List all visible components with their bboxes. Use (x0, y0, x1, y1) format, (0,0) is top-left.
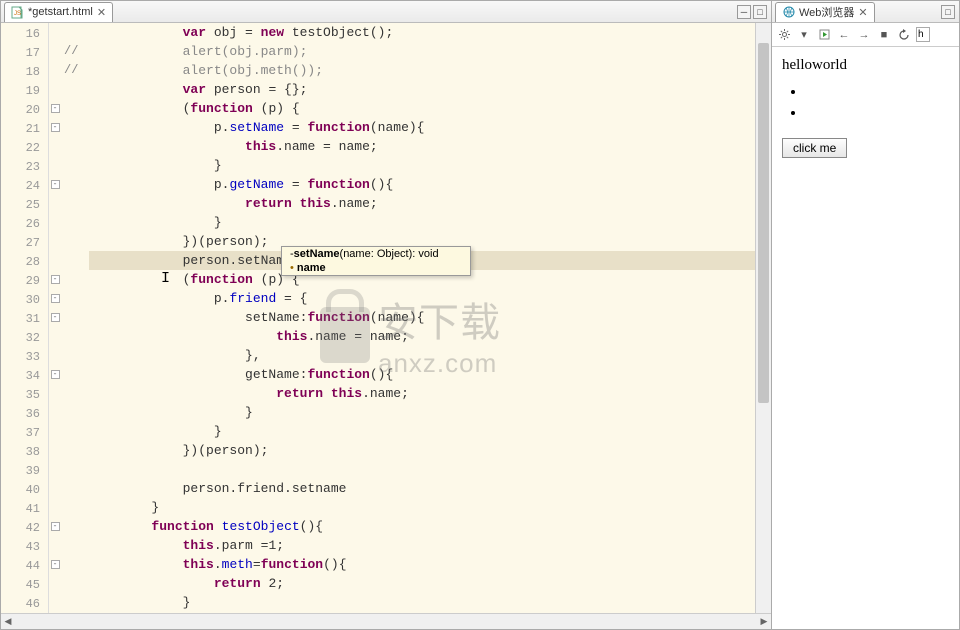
back-icon[interactable]: ← (836, 27, 852, 43)
browser-pane: Web浏览器 ✕ □ ▾ ← → ■ helloworld click me (772, 0, 960, 630)
scroll-thumb[interactable] (758, 43, 769, 403)
chevron-down-icon[interactable]: ▾ (796, 27, 812, 43)
line-gutter: 1617181920212223242526272829303132333435… (1, 23, 49, 613)
comment-column: //// (61, 23, 85, 613)
browser-tab-title: Web浏览器 (799, 4, 854, 20)
browser-tab-bar: Web浏览器 ✕ □ (772, 1, 959, 23)
go-icon[interactable] (816, 27, 832, 43)
forward-icon[interactable]: → (856, 27, 872, 43)
code-area[interactable]: 1617181920212223242526272829303132333435… (1, 23, 771, 613)
browser-tab[interactable]: Web浏览器 ✕ (775, 2, 875, 22)
completion-popup[interactable]: -setName(name: Object): void • name (281, 246, 471, 276)
page-heading: helloworld (782, 57, 949, 74)
stop-icon[interactable]: ■ (876, 27, 892, 43)
svg-text:JS: JS (14, 11, 21, 17)
globe-icon (782, 6, 795, 19)
url-field[interactable] (916, 27, 930, 42)
close-icon[interactable]: ✕ (858, 6, 867, 19)
editor-tab[interactable]: JS *getstart.html ✕ (4, 2, 113, 22)
editor-tab-title: *getstart.html (28, 6, 93, 18)
code-lines[interactable]: var obj = new testObject(); alert(obj.pa… (85, 23, 755, 613)
list-item (806, 84, 949, 101)
browser-window-controls: □ (941, 5, 959, 19)
browser-toolbar: ▾ ← → ■ (772, 23, 959, 47)
list-item (806, 105, 949, 122)
scroll-right-icon[interactable]: ▶ (757, 615, 771, 629)
completion-item[interactable]: • name (282, 261, 470, 275)
editor-pane: JS *getstart.html ✕ ─ □ 1617181920212223… (0, 0, 772, 630)
fold-column[interactable]: --------- (49, 23, 61, 613)
bullet-list (806, 84, 949, 122)
js-file-icon: JS (11, 6, 24, 19)
vertical-scrollbar[interactable] (755, 23, 771, 613)
maximize-icon[interactable]: □ (753, 5, 767, 19)
gear-icon[interactable] (776, 27, 792, 43)
completion-item[interactable]: -setName(name: Object): void (282, 247, 470, 261)
click-me-button[interactable]: click me (782, 138, 847, 158)
minimize-icon[interactable]: ─ (737, 5, 751, 19)
editor-tab-bar: JS *getstart.html ✕ ─ □ (1, 1, 771, 23)
scroll-left-icon[interactable]: ◀ (1, 615, 15, 629)
close-icon[interactable]: ✕ (97, 6, 106, 19)
maximize-icon[interactable]: □ (941, 5, 955, 19)
refresh-icon[interactable] (896, 27, 912, 43)
browser-content: helloworld click me (772, 47, 959, 629)
horizontal-scrollbar[interactable]: ◀ ▶ (1, 613, 771, 629)
editor-window-controls: ─ □ (737, 5, 771, 19)
